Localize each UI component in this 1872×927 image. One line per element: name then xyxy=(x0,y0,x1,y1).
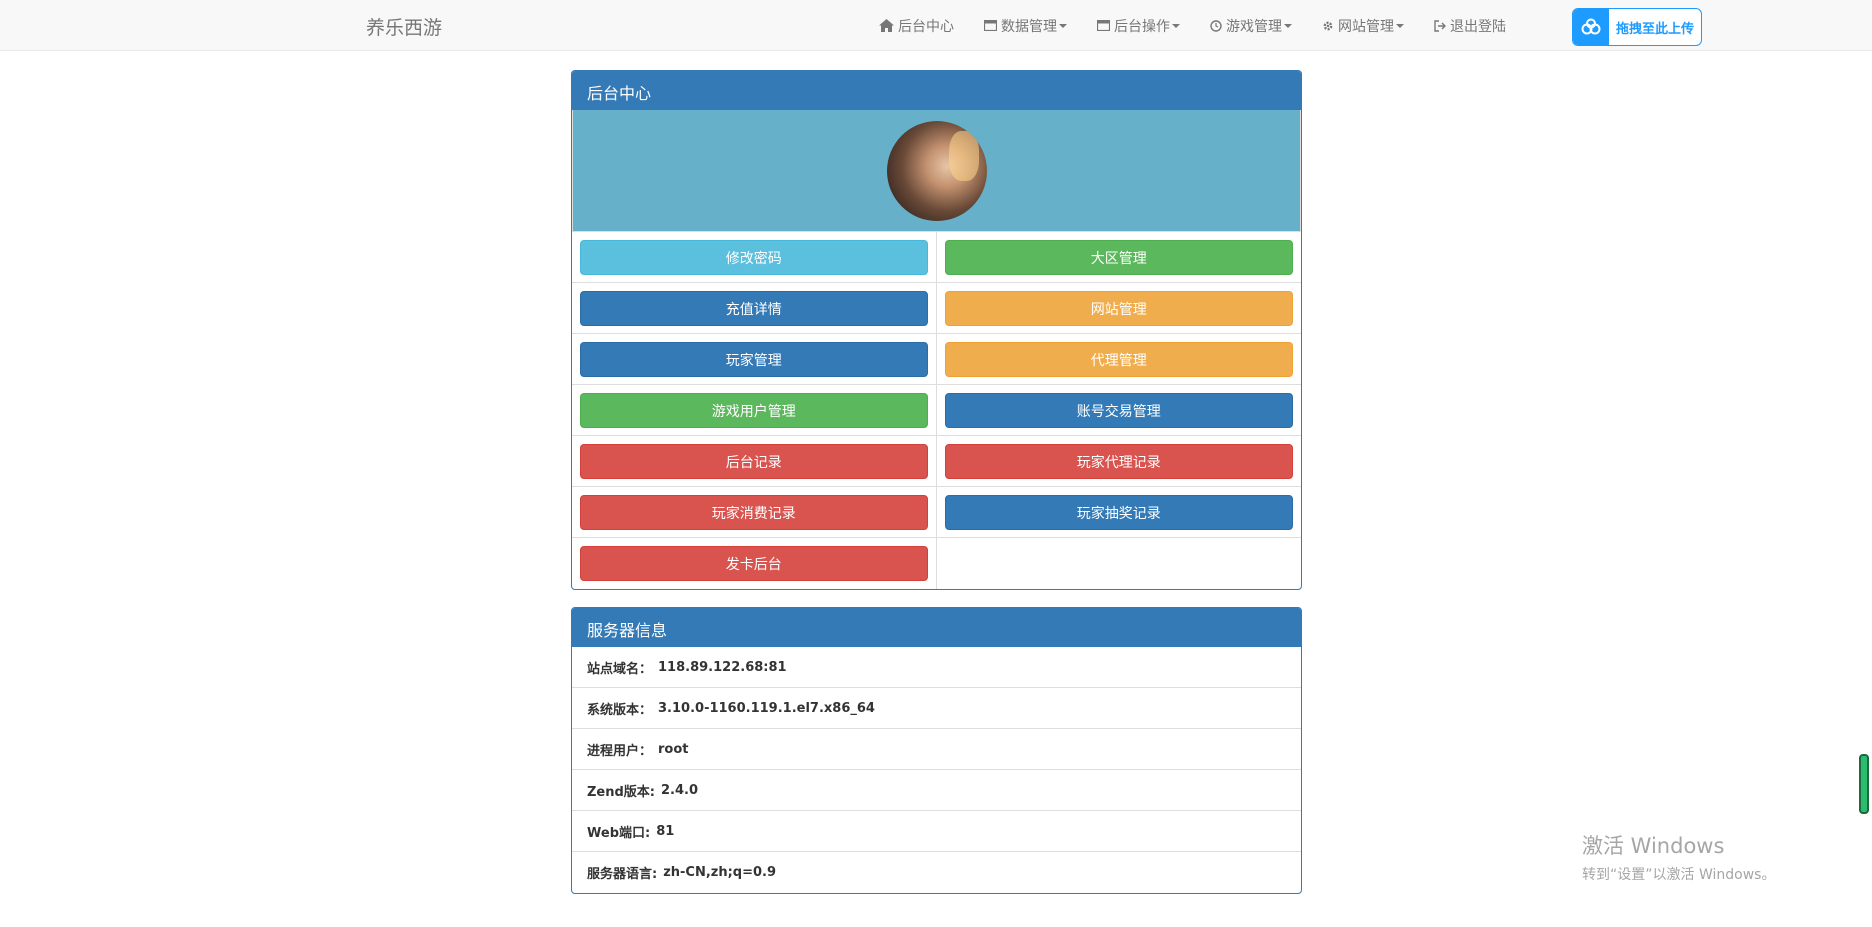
nav-item-label: 游戏管理 xyxy=(1226,18,1282,35)
info-value: 2.4.0 xyxy=(661,782,699,798)
server-info-row: 系统版本： 3.10.0-1160.119.1.el7.x86_64 xyxy=(572,688,1301,729)
button-cell: 账号交易管理 xyxy=(936,385,1301,436)
window-icon xyxy=(984,20,997,31)
info-label: Web端口: xyxy=(587,825,651,841)
button-cell: 大区管理 xyxy=(936,232,1301,283)
server-info-list: 站点域名： 118.89.122.68:81 系统版本： 3.10.0-1160.11… xyxy=(572,647,1301,893)
info-label: 系统版本： xyxy=(587,702,653,718)
nav-item-logout[interactable]: 退出登陆 xyxy=(1419,0,1521,51)
top-navbar: 养乐西游 后台中心 数据管理 后台操作 游戏管理 网站管理 退出登陆 拖拽至此上… xyxy=(0,0,1872,51)
nav-item-label: 数据管理 xyxy=(1001,18,1057,35)
empty-cell xyxy=(937,538,1302,589)
admin-button[interactable]: 玩家代理记录 xyxy=(944,444,1293,479)
admin-button[interactable]: 大区管理 xyxy=(944,240,1293,275)
gear-icon xyxy=(1322,20,1334,32)
info-label: 进程用户： xyxy=(587,743,653,759)
chevron-down-icon xyxy=(1284,23,1292,28)
watermark-title: 激活 Windows xyxy=(1582,834,1725,858)
info-value: 81 xyxy=(656,823,675,839)
button-cell: 玩家抽奖记录 xyxy=(936,487,1301,538)
chevron-down-icon xyxy=(1059,23,1067,28)
watermark-subtitle: 转到“设置”以激活 Windows。 xyxy=(1582,867,1776,883)
button-cell: 修改密码 xyxy=(572,232,937,283)
button-cell: 充值详情 xyxy=(572,283,937,334)
admin-center-panel: 后台中心 修改密码 大区管理 充值详情 网站管理 玩家管理 代理管理 游戏用户管理 账号交易管… xyxy=(571,70,1302,590)
server-info-panel: 服务器信息 站点域名： 118.89.122.68:81 系统版本： 3.10.0-1… xyxy=(571,607,1302,894)
info-label: 站点域名： xyxy=(587,661,653,677)
button-cell: 玩家代理记录 xyxy=(936,436,1301,487)
avatar-banner xyxy=(572,110,1301,232)
server-info-row: 进程用户： root xyxy=(572,729,1301,770)
admin-button[interactable]: 玩家抽奖记录 xyxy=(944,495,1293,530)
drag-upload-button[interactable]: 拖拽至此上传 xyxy=(1572,8,1702,46)
admin-button[interactable]: 玩家消费记录 xyxy=(580,495,928,530)
info-value: 3.10.0-1160.119.1.el7.x86_64 xyxy=(658,700,875,716)
admin-button[interactable]: 修改密码 xyxy=(580,240,928,275)
admin-button[interactable]: 充值详情 xyxy=(580,291,928,326)
admin-button[interactable]: 发卡后台 xyxy=(580,546,928,581)
admin-button-grid: 修改密码 大区管理 充值详情 网站管理 玩家管理 代理管理 游戏用户管理 账号交易管理 后台记录… xyxy=(572,232,1301,589)
avatar xyxy=(886,120,987,221)
info-label: 服务器语言: xyxy=(587,867,658,882)
chevron-down-icon xyxy=(1396,23,1404,28)
upload-label: 拖拽至此上传 xyxy=(1615,21,1694,37)
nav-item-dashboard[interactable]: 后台中心 xyxy=(864,0,969,51)
server-info-row: Web端口: 81 xyxy=(572,811,1301,852)
admin-button[interactable]: 游戏用户管理 xyxy=(580,393,928,428)
nav-item-label: 网站管理 xyxy=(1338,18,1394,35)
admin-button[interactable]: 代理管理 xyxy=(944,342,1293,377)
nav-menu: 后台中心 数据管理 后台操作 游戏管理 网站管理 退出登陆 xyxy=(864,0,1521,51)
home-icon xyxy=(879,19,894,32)
button-cell: 发卡后台 xyxy=(572,538,937,589)
info-label: Zend版本: xyxy=(587,784,656,800)
site-brand[interactable]: 养乐西游 xyxy=(366,13,442,40)
button-cell: 玩家管理 xyxy=(572,334,937,385)
nav-item-label: 后台操作 xyxy=(1114,18,1170,35)
panel-title: 服务器信息 xyxy=(572,608,1301,647)
logout-icon xyxy=(1434,19,1446,32)
admin-button[interactable]: 后台记录 xyxy=(580,444,928,479)
button-cell: 后台记录 xyxy=(572,436,937,487)
nav-item-data-management[interactable]: 数据管理 xyxy=(969,0,1082,51)
admin-button[interactable]: 玩家管理 xyxy=(580,342,928,377)
server-info-row: 站点域名： 118.89.122.68:81 xyxy=(572,647,1301,688)
nav-item-backend-operations[interactable]: 后台操作 xyxy=(1082,0,1195,51)
side-scroll-widget[interactable] xyxy=(1859,754,1869,814)
server-info-row: Zend版本: 2.4.0 xyxy=(572,770,1301,811)
nav-item-game-management[interactable]: 游戏管理 xyxy=(1195,0,1307,51)
admin-button[interactable]: 账号交易管理 xyxy=(944,393,1293,428)
admin-button[interactable]: 网站管理 xyxy=(944,291,1293,326)
button-cell: 代理管理 xyxy=(936,334,1301,385)
nav-item-label: 退出登陆 xyxy=(1450,18,1506,35)
button-cell: 网站管理 xyxy=(936,283,1301,334)
window-icon xyxy=(1097,20,1110,31)
nav-item-label: 后台中心 xyxy=(898,18,954,35)
server-info-row: 服务器语言: zh-CN,zh;q=0.9 xyxy=(572,852,1301,893)
chevron-down-icon xyxy=(1172,23,1180,28)
nav-item-site-management[interactable]: 网站管理 xyxy=(1307,0,1419,51)
windows-activation-watermark: 激活 Windows 转到“设置”以激活 Windows。 xyxy=(1582,830,1775,884)
info-value: zh-CN,zh;q=0.9 xyxy=(663,865,777,880)
button-cell: 游戏用户管理 xyxy=(572,385,937,436)
cloud-upload-icon xyxy=(1573,9,1609,45)
clock-icon xyxy=(1210,19,1222,32)
button-cell: 玩家消费记录 xyxy=(572,487,937,538)
panel-title: 后台中心 xyxy=(572,71,1301,110)
info-value: root xyxy=(658,741,689,757)
info-value: 118.89.122.68:81 xyxy=(658,659,787,675)
